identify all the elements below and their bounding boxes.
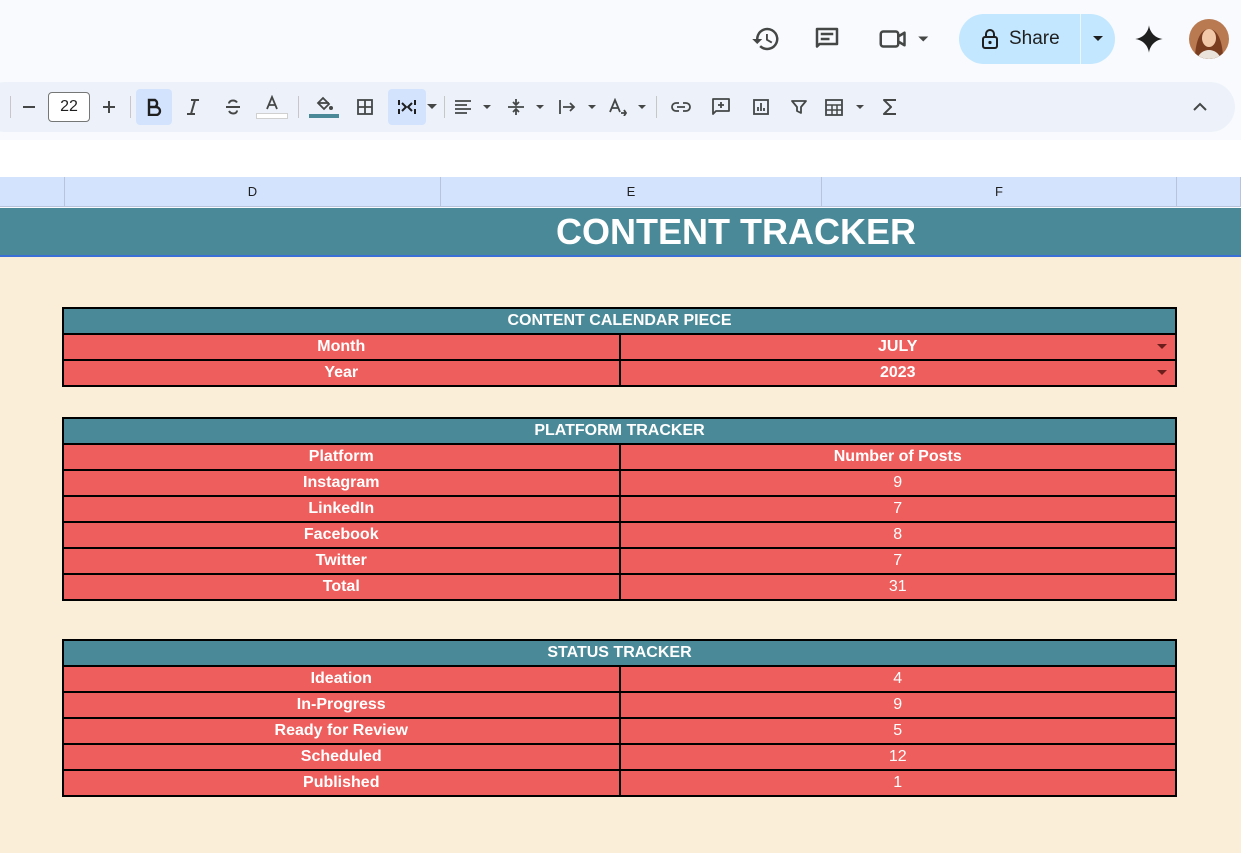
filter-icon[interactable] <box>782 89 816 125</box>
year-value: 2023 <box>879 364 916 381</box>
content-calendar-table: CONTENT CALENDAR PIECE Month JULY Year 2… <box>62 307 1177 387</box>
toolbar-divider <box>298 96 299 118</box>
platform-value[interactable]: 9 <box>618 469 1177 497</box>
content-calendar-heading[interactable]: CONTENT CALENDAR PIECE <box>62 307 1177 335</box>
column-header-e[interactable]: E <box>441 177 822 207</box>
status-tracker-heading[interactable]: STATUS TRACKER <box>62 639 1177 667</box>
platform-total-label[interactable]: Total <box>62 573 621 601</box>
month-select[interactable]: JULY <box>618 333 1177 361</box>
platform-column-label[interactable]: Platform <box>62 443 621 471</box>
year-select[interactable]: 2023 <box>618 359 1177 387</box>
comment-icon[interactable] <box>810 22 844 56</box>
share-main[interactable]: Share <box>959 14 1060 64</box>
gemini-icon[interactable] <box>1132 22 1166 56</box>
status-label[interactable]: Ideation <box>62 665 621 693</box>
platform-total-value[interactable]: 31 <box>618 573 1177 601</box>
platform-label[interactable]: LinkedIn <box>62 495 621 523</box>
caret-down-icon <box>1092 36 1103 41</box>
fill-color-icon[interactable] <box>306 89 342 125</box>
column-header-previous[interactable] <box>0 177 65 207</box>
horizontal-align-icon[interactable] <box>450 89 496 125</box>
merge-dropdown-icon[interactable] <box>426 89 438 125</box>
dropdown-arrow-icon[interactable] <box>1157 370 1167 375</box>
text-color-icon[interactable] <box>254 89 290 125</box>
share-label: Share <box>1009 28 1060 49</box>
toolbar-divider <box>130 96 131 118</box>
insert-comment-icon[interactable] <box>704 89 738 125</box>
text-color-swatch <box>256 113 288 119</box>
merge-cells-icon[interactable] <box>388 89 426 125</box>
borders-icon[interactable] <box>348 89 382 125</box>
avatar[interactable] <box>1189 19 1229 59</box>
status-value[interactable]: 9 <box>618 691 1177 719</box>
status-tracker-table: STATUS TRACKER Ideation 4 In-Progress 9 Re… <box>62 639 1177 797</box>
toolbar-divider <box>444 96 445 118</box>
italic-icon[interactable] <box>176 89 210 125</box>
calendar-month-label[interactable]: Month <box>62 333 621 361</box>
strikethrough-icon[interactable] <box>216 89 250 125</box>
platform-label[interactable]: Instagram <box>62 469 621 497</box>
share-divider <box>1079 14 1081 64</box>
lock-icon <box>982 29 998 49</box>
status-label[interactable]: Scheduled <box>62 743 621 771</box>
font-size-input[interactable]: 22 <box>48 92 90 122</box>
status-label[interactable]: Published <box>62 769 621 797</box>
status-label[interactable]: In-Progress <box>62 691 621 719</box>
sheet-title: CONTENT TRACKER <box>556 211 916 252</box>
status-value[interactable]: 12 <box>618 743 1177 771</box>
increase-font-size-icon[interactable] <box>96 89 122 125</box>
platform-tracker-table: PLATFORM TRACKER Platform Number of Post… <box>62 417 1177 601</box>
fill-color-swatch <box>309 114 339 118</box>
platform-value[interactable]: 7 <box>618 495 1177 523</box>
filter-views-icon[interactable] <box>822 89 868 125</box>
status-value[interactable]: 4 <box>618 665 1177 693</box>
column-header-f[interactable]: F <box>822 177 1177 207</box>
toolbar-divider <box>10 96 11 118</box>
calendar-year-label[interactable]: Year <box>62 359 621 387</box>
vertical-align-icon[interactable] <box>504 89 548 125</box>
collapse-toolbar-icon[interactable] <box>1184 89 1216 125</box>
insert-link-icon[interactable] <box>664 89 698 125</box>
platform-tracker-heading[interactable]: PLATFORM TRACKER <box>62 417 1177 445</box>
functions-icon[interactable] <box>874 89 906 125</box>
toolbar-divider <box>656 96 657 118</box>
formula-bar[interactable] <box>0 140 1241 177</box>
column-header-d[interactable]: D <box>65 177 441 207</box>
meet-icon[interactable] <box>876 22 938 56</box>
insert-chart-icon[interactable] <box>744 89 778 125</box>
posts-column-label[interactable]: Number of Posts <box>618 443 1177 471</box>
platform-value[interactable]: 7 <box>618 547 1177 575</box>
platform-label[interactable]: Twitter <box>62 547 621 575</box>
bold-icon[interactable] <box>136 89 172 125</box>
text-rotation-icon[interactable] <box>606 89 650 125</box>
title-banner[interactable]: CONTENT TRACKER <box>0 208 1241 257</box>
status-value[interactable]: 1 <box>618 769 1177 797</box>
platform-label[interactable]: Facebook <box>62 521 621 549</box>
dropdown-arrow-icon[interactable] <box>1157 344 1167 349</box>
share-button[interactable]: Share <box>959 14 1115 64</box>
share-dropdown-button[interactable] <box>1081 35 1115 43</box>
column-header-next[interactable] <box>1177 177 1241 207</box>
platform-value[interactable]: 8 <box>618 521 1177 549</box>
month-value: JULY <box>878 338 918 355</box>
version-history-icon[interactable] <box>749 22 783 56</box>
text-wrapping-icon[interactable] <box>556 89 600 125</box>
decrease-font-size-icon[interactable] <box>16 89 42 125</box>
status-label[interactable]: Ready for Review <box>62 717 621 745</box>
status-value[interactable]: 5 <box>618 717 1177 745</box>
